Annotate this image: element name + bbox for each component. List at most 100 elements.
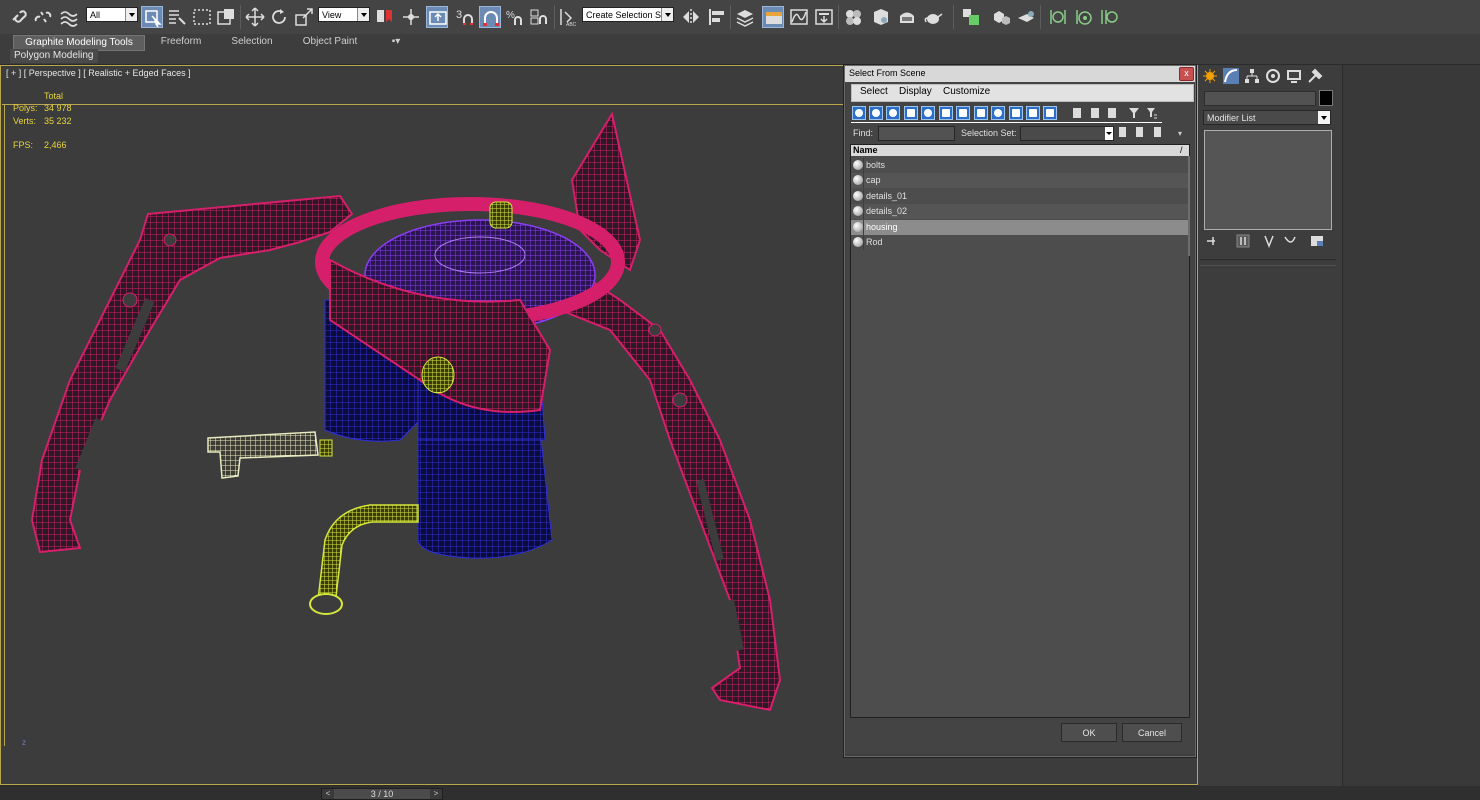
filter-cameras-icon[interactable] xyxy=(904,106,918,120)
remove-modifier-icon[interactable] xyxy=(1284,236,1296,243)
prev-frame-button[interactable]: < xyxy=(322,789,334,799)
find-input[interactable] xyxy=(878,126,955,141)
select-manipulate-icon[interactable] xyxy=(400,6,422,28)
set-key-icon[interactable] xyxy=(1073,6,1095,28)
mirror-icon[interactable] xyxy=(680,6,702,28)
viewport-label[interactable]: [ + ] [ Perspective ] [ Realistic + Edge… xyxy=(6,68,191,78)
menu-display[interactable]: Display xyxy=(899,86,932,97)
named-selection-dropdown[interactable]: Create Selection Se xyxy=(582,7,674,22)
select-all-icon[interactable] xyxy=(1071,106,1083,120)
rectangular-selection-icon[interactable] xyxy=(191,6,213,28)
layer-manager-icon[interactable] xyxy=(734,6,756,28)
angle-snap-icon[interactable] xyxy=(479,6,501,28)
edit-named-selection-icon[interactable]: ABC xyxy=(557,6,579,28)
percent-snap-icon[interactable]: % xyxy=(504,6,526,28)
dialog-close-button[interactable]: x xyxy=(1179,67,1194,81)
list-item[interactable]: bolts xyxy=(851,158,1189,173)
filter-shapes-icon[interactable] xyxy=(869,106,883,120)
create-selection-set-icon[interactable] xyxy=(1117,126,1129,139)
reference-coord-dropdown[interactable]: View xyxy=(318,7,370,22)
snaps-toggle-icon[interactable]: 3 xyxy=(454,6,476,28)
filter-bones-icon[interactable] xyxy=(991,106,1005,120)
tab-selection[interactable]: Selection xyxy=(226,35,278,49)
tab-freeform[interactable]: Freeform xyxy=(152,35,210,49)
collapse-toolbar-icon[interactable]: ▾ xyxy=(1178,129,1182,138)
menu-customize[interactable]: Customize xyxy=(943,86,990,97)
bind-space-warp-icon[interactable] xyxy=(58,6,80,28)
modifier-list-dropdown[interactable]: Modifier List xyxy=(1203,110,1331,125)
spinner-snap-icon[interactable] xyxy=(528,6,550,28)
container-icon[interactable] xyxy=(960,6,982,28)
filter-groups-icon[interactable] xyxy=(956,106,970,120)
hierarchy-icon[interactable] xyxy=(1244,68,1260,84)
display-icon[interactable] xyxy=(1286,68,1302,84)
display-filter-icon[interactable] xyxy=(1128,106,1140,120)
modifier-stack[interactable] xyxy=(1204,130,1332,230)
list-item[interactable]: details_01 xyxy=(851,189,1189,204)
scene-explorer-icon[interactable] xyxy=(990,6,1012,28)
time-slider[interactable]: < 3 / 10 > xyxy=(321,788,443,800)
name-column-label: Name xyxy=(853,145,878,155)
list-item[interactable]: cap xyxy=(851,173,1189,188)
pivot-center-icon[interactable] xyxy=(373,6,395,28)
pin-stack-icon[interactable] xyxy=(1207,237,1215,245)
scale-icon[interactable] xyxy=(293,6,315,28)
wireframe-model[interactable] xyxy=(0,100,845,740)
selection-filter-dropdown[interactable]: All xyxy=(86,7,138,22)
modify-icon[interactable] xyxy=(1223,68,1239,84)
curve-editor-icon[interactable] xyxy=(788,6,810,28)
filter-helpers-icon[interactable] xyxy=(921,106,935,120)
render-teapot-icon[interactable] xyxy=(922,6,944,28)
show-end-result-icon[interactable] xyxy=(1236,234,1250,248)
graphite-toggle-icon[interactable] xyxy=(762,6,784,28)
filter-frozen-icon[interactable] xyxy=(1026,106,1040,120)
next-frame-button[interactable]: > xyxy=(430,789,442,799)
cancel-button[interactable]: Cancel xyxy=(1122,723,1182,742)
create-icon[interactable] xyxy=(1202,68,1218,84)
render-setup-icon[interactable] xyxy=(870,6,892,28)
select-object-icon[interactable] xyxy=(141,6,163,28)
unlink-icon[interactable] xyxy=(32,6,54,28)
configure-modifier-sets-icon[interactable] xyxy=(1311,236,1323,246)
align-icon[interactable] xyxy=(706,6,728,28)
filter-hidden-icon[interactable] xyxy=(1043,106,1057,120)
filter-space-warps-icon[interactable] xyxy=(939,106,953,120)
object-name-field[interactable] xyxy=(1204,91,1316,106)
autokey-icon[interactable] xyxy=(1047,6,1069,28)
keyboard-shortcut-icon[interactable] xyxy=(426,6,448,28)
select-none-icon[interactable] xyxy=(1089,106,1101,120)
selection-set-dropdown[interactable] xyxy=(1020,126,1114,141)
object-color-swatch[interactable] xyxy=(1319,90,1333,106)
filter-lights-icon[interactable] xyxy=(886,106,900,120)
move-icon[interactable] xyxy=(244,6,266,28)
window-crossing-icon[interactable] xyxy=(215,6,237,28)
rotate-icon[interactable] xyxy=(268,6,290,28)
utilities-icon[interactable] xyxy=(1307,68,1323,84)
select-and-link-icon[interactable] xyxy=(8,6,30,28)
ribbon-options-icon[interactable]: ▪▾ xyxy=(386,35,406,49)
delete-selection-set-icon[interactable] xyxy=(1152,126,1164,139)
ok-button[interactable]: OK xyxy=(1061,723,1117,742)
key-filters-icon[interactable] xyxy=(1098,6,1120,28)
list-item[interactable]: Rod xyxy=(851,235,1189,250)
select-invert-icon[interactable] xyxy=(1106,106,1118,120)
filter-containers-icon[interactable] xyxy=(1009,106,1023,120)
asset-tracking-icon[interactable] xyxy=(1015,6,1037,28)
list-item-selected[interactable]: housing xyxy=(851,220,1189,235)
rendered-frame-icon[interactable] xyxy=(896,6,918,28)
list-scrollbar[interactable] xyxy=(1188,156,1190,256)
schematic-view-icon[interactable] xyxy=(813,6,835,28)
name-column-header[interactable] xyxy=(851,145,1189,156)
sort-filter-icon[interactable] xyxy=(1146,106,1158,120)
polygon-modeling-panel[interactable]: Polygon Modeling xyxy=(10,49,98,63)
menu-select[interactable]: Select xyxy=(860,86,888,97)
material-editor-icon[interactable] xyxy=(842,6,864,28)
list-item[interactable]: details_02 xyxy=(851,204,1189,219)
motion-icon[interactable] xyxy=(1265,68,1281,84)
edit-selection-set-icon[interactable] xyxy=(1134,126,1146,139)
make-unique-icon[interactable] xyxy=(1264,235,1274,249)
filter-geometry-icon[interactable] xyxy=(852,106,866,120)
select-by-name-icon[interactable] xyxy=(166,6,188,28)
tab-object-paint[interactable]: Object Paint xyxy=(297,35,363,49)
filter-xrefs-icon[interactable] xyxy=(974,106,988,120)
